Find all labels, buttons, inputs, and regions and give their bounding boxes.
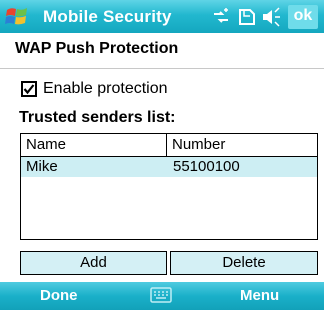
column-header-name[interactable]: Name: [21, 134, 167, 156]
done-softkey[interactable]: Done: [40, 287, 78, 304]
keyboard-icon[interactable]: [150, 287, 172, 303]
ok-button[interactable]: ok: [288, 5, 318, 29]
app-title: Mobile Security: [43, 7, 172, 26]
divider: [0, 68, 324, 69]
enable-protection-checkbox[interactable]: [21, 81, 37, 97]
sender-number: 55100100: [173, 158, 240, 175]
add-button[interactable]: Add: [20, 251, 167, 275]
start-icon[interactable]: [4, 4, 30, 30]
menu-softkey[interactable]: Menu: [240, 287, 279, 304]
volume-icon[interactable]: [260, 6, 282, 28]
page-title: WAP Push Protection: [15, 40, 179, 57]
column-header-number[interactable]: Number: [167, 134, 317, 156]
trusted-senders-list[interactable]: Name Number Mike 55100100: [20, 133, 318, 240]
delete-button[interactable]: Delete: [170, 251, 318, 275]
connectivity-icon[interactable]: [210, 6, 232, 28]
list-header: Name Number: [21, 134, 317, 157]
title-bar: Mobile Security ok: [0, 0, 324, 33]
enable-protection-label: Enable protection: [43, 80, 168, 97]
battery-icon[interactable]: [236, 6, 258, 28]
checkmark-icon: [23, 84, 35, 95]
softkey-bar: Done Menu: [0, 282, 324, 310]
sender-name: Mike: [26, 158, 58, 175]
list-item[interactable]: Mike 55100100: [21, 157, 317, 177]
trusted-senders-label: Trusted senders list:: [19, 109, 176, 126]
